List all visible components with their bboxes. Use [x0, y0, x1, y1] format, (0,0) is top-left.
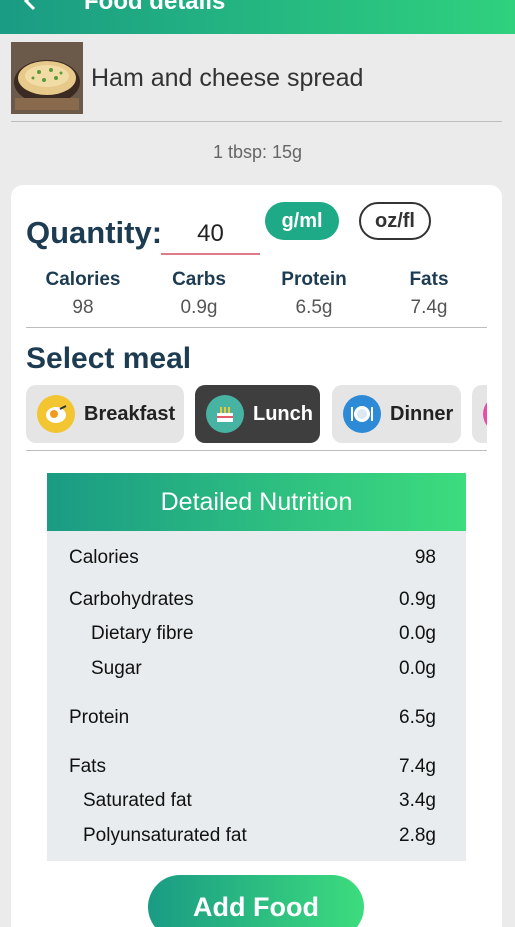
nutrition-row-carbohydrates: Carbohydrates 0.9g: [47, 589, 466, 615]
nutrition-label: Calories: [69, 547, 139, 568]
nutrition-value: 6.5g: [399, 707, 436, 728]
macro-label: Fats: [409, 269, 449, 290]
nutrition-row-sugar: Sugar 0.0g: [47, 658, 466, 684]
quantity-label: Quantity:: [26, 215, 163, 250]
serving-size: 1 tbsp: 15g: [212, 142, 303, 162]
food-summary: Ham and cheese spread: [11, 42, 502, 122]
quantity-input[interactable]: [161, 215, 260, 255]
nutrition-label: Fats: [69, 756, 106, 777]
nutrition-label: Carbohydrates: [69, 589, 194, 610]
macro-value: 0.9g: [180, 297, 218, 318]
nutrition-label: Dietary fibre: [91, 623, 194, 644]
dinner-plate-icon: [343, 395, 381, 433]
meal-selector: Breakfast Lunch Dinner: [26, 385, 487, 443]
divider: [26, 450, 487, 451]
add-food-button[interactable]: Add Food: [148, 875, 364, 927]
macro-protein: Protein 6.5g: [259, 269, 369, 319]
macro-fats: Fats 7.4g: [374, 269, 484, 319]
lunch-cake-icon: [206, 395, 244, 433]
nutrition-row-calories: Calories 98: [47, 547, 466, 573]
meal-lunch-label: Lunch: [253, 402, 313, 425]
meal-dinner-label: Dinner: [390, 402, 454, 425]
macro-value: 6.5g: [295, 297, 333, 318]
nutrition-value: 98: [414, 547, 436, 568]
nutrition-value: 0.0g: [399, 623, 436, 644]
detailed-nutrition-table: Calories 98 Carbohydrates 0.9g Dietary f…: [47, 531, 466, 861]
nutrition-row-protein: Protein 6.5g: [47, 707, 466, 733]
nutrition-value: 0.0g: [399, 658, 436, 679]
breakfast-icon: [37, 395, 75, 433]
detailed-nutrition-header: Detailed Nutrition: [47, 473, 466, 531]
page-title: Food details: [84, 0, 226, 15]
unit-gml-button[interactable]: g/ml: [265, 202, 339, 240]
meal-lunch-button[interactable]: Lunch: [195, 385, 320, 443]
nutrition-label: Saturated fat: [83, 790, 192, 811]
meal-breakfast-button[interactable]: Breakfast: [26, 385, 184, 443]
nutrition-value: 2.8g: [399, 825, 436, 846]
app-header: Food details: [0, 0, 515, 34]
nutrition-label: Protein: [69, 707, 130, 728]
macro-label: Calories: [45, 269, 121, 290]
nutrition-value: 3.4g: [399, 790, 436, 811]
nutrition-row-fats: Fats 7.4g: [47, 756, 466, 782]
nutrition-label: Sugar: [91, 658, 142, 679]
meal-breakfast-label: Breakfast: [84, 402, 176, 425]
macro-value: 98: [72, 297, 94, 318]
macro-label: Carbs: [172, 269, 226, 290]
nutrition-label: Polyunsaturated fat: [83, 825, 247, 846]
meal-dinner-button[interactable]: Dinner: [332, 385, 461, 443]
food-name: Ham and cheese spread: [91, 64, 364, 92]
nutrition-row-polyunsaturated-fat: Polyunsaturated fat 2.8g: [47, 825, 466, 851]
meal-next-button[interactable]: [472, 385, 487, 443]
nutrition-row-saturated-fat: Saturated fat 3.4g: [47, 790, 466, 816]
food-details-card: Quantity: g/ml oz/fl Calories 98 Carbs 0…: [11, 185, 502, 927]
macro-value: 7.4g: [410, 297, 448, 318]
nutrition-value: 0.9g: [399, 589, 436, 610]
food-thumbnail-image: [11, 42, 83, 114]
macro-calories: Calories 98: [28, 269, 138, 319]
back-arrow-icon[interactable]: [16, 0, 46, 16]
macro-summary: Calories 98 Carbs 0.9g Protein 6.5g Fats…: [11, 269, 502, 329]
nutrition-row-dietary-fibre: Dietary fibre 0.0g: [47, 623, 466, 649]
snack-icon: [483, 395, 487, 433]
macro-label: Protein: [281, 269, 347, 290]
divider: [26, 327, 487, 328]
select-meal-heading: Select meal: [26, 342, 192, 375]
macro-carbs: Carbs 0.9g: [144, 269, 254, 319]
unit-ozfl-button[interactable]: oz/fl: [359, 202, 431, 240]
nutrition-value: 7.4g: [399, 756, 436, 777]
